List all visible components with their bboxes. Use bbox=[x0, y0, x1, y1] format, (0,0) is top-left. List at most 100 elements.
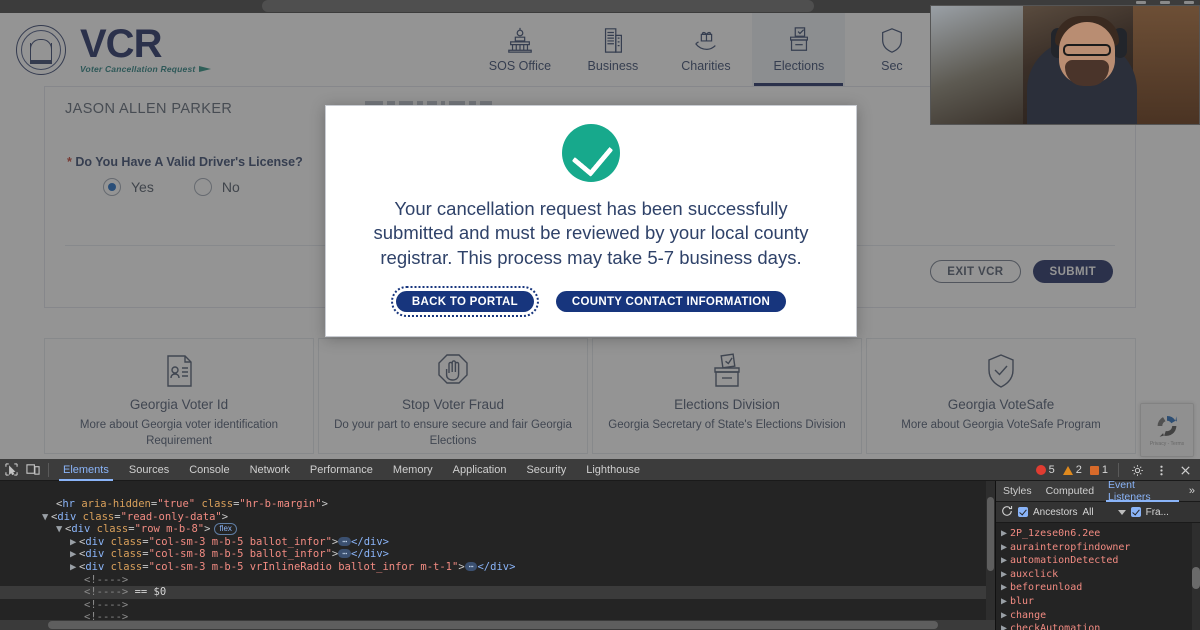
devtools-tab-console[interactable]: Console bbox=[179, 459, 239, 481]
twisty-closed-icon[interactable]: ▶ bbox=[70, 561, 79, 574]
modal-actions: BACK TO PORTAL COUNTY CONTACT INFORMATIO… bbox=[396, 291, 786, 312]
event-listener-list: ▶2P_1zese0n6.2ee▶aurainteropfindowner▶au… bbox=[996, 523, 1200, 630]
expand-ellipsis-icon[interactable]: ⋯ bbox=[338, 549, 351, 558]
event-listener-name: automationDetected bbox=[1010, 555, 1118, 566]
dom-tree-line[interactable]: ▶<div class="col-sm-8 m-b-5 ballot_infor… bbox=[0, 548, 995, 561]
dom-token: > bbox=[204, 523, 210, 535]
sidebar-tab-styles[interactable]: Styles bbox=[996, 481, 1039, 502]
dom-vertical-scrollbar[interactable] bbox=[986, 481, 995, 620]
devtools-tab-application[interactable]: Application bbox=[443, 459, 517, 481]
dom-token: "read-only-data" bbox=[121, 511, 222, 523]
devtools-tab-memory[interactable]: Memory bbox=[383, 459, 443, 481]
twisty-closed-icon[interactable]: ▶ bbox=[1001, 568, 1010, 582]
sidebar-tab-computed[interactable]: Computed bbox=[1039, 481, 1101, 502]
frameworks-checkbox[interactable] bbox=[1131, 507, 1141, 517]
listener-filter-select[interactable]: All bbox=[1082, 507, 1125, 518]
info-count[interactable]: 1 bbox=[1087, 464, 1111, 476]
error-count[interactable]: 5 bbox=[1033, 464, 1058, 476]
devtools-tab-security[interactable]: Security bbox=[516, 459, 576, 481]
dom-token: class bbox=[201, 498, 233, 510]
event-listener-row[interactable]: ▶checkAutomation bbox=[996, 622, 1200, 630]
expand-ellipsis-icon[interactable]: ⋯ bbox=[465, 562, 478, 571]
ancestors-checkbox[interactable] bbox=[1018, 507, 1028, 517]
twisty-closed-icon[interactable]: ▶ bbox=[1001, 554, 1010, 568]
dom-token: div bbox=[85, 536, 104, 548]
dom-token: == $0 bbox=[135, 586, 167, 598]
more-options-icon[interactable] bbox=[1150, 459, 1172, 481]
flex-badge[interactable]: flex bbox=[214, 523, 236, 535]
expand-ellipsis-icon[interactable]: ⋯ bbox=[338, 537, 351, 546]
devtools-tab-network[interactable]: Network bbox=[240, 459, 300, 481]
devtools-tab-elements[interactable]: Elements bbox=[53, 459, 119, 481]
twisty-closed-icon[interactable]: ▶ bbox=[1001, 541, 1010, 555]
event-listener-row[interactable]: ▶change bbox=[996, 609, 1200, 623]
dom-token: > bbox=[458, 561, 464, 573]
event-listener-row[interactable]: ▶beforeunload bbox=[996, 581, 1200, 595]
ancestors-label: Ancestors bbox=[1033, 507, 1077, 518]
maximize-icon[interactable] bbox=[1160, 1, 1170, 4]
dom-horizontal-scrollbar[interactable] bbox=[0, 620, 995, 630]
dom-token: class bbox=[111, 561, 143, 573]
dom-token: hr bbox=[62, 498, 75, 510]
scrollbar-thumb[interactable] bbox=[48, 621, 938, 629]
warning-count[interactable]: 2 bbox=[1060, 464, 1085, 476]
twisty-closed-icon[interactable]: ▶ bbox=[1001, 609, 1010, 623]
dom-tree-line[interactable]: <!----> bbox=[0, 599, 995, 612]
window-controls[interactable] bbox=[1136, 1, 1194, 4]
dom-tree-line[interactable]: <!----> bbox=[0, 574, 995, 587]
frameworks-label: Fra... bbox=[1146, 507, 1169, 518]
sidebar-scrollbar[interactable] bbox=[1192, 523, 1200, 630]
twisty-closed-icon[interactable]: ▶ bbox=[70, 548, 79, 561]
scrollbar-thumb[interactable] bbox=[1192, 567, 1200, 589]
back-to-portal-button[interactable]: BACK TO PORTAL bbox=[396, 291, 534, 312]
event-listener-name: 2P_1zese0n6.2ee bbox=[1010, 528, 1100, 539]
sidebar-tab-event-listeners[interactable]: Event Listeners bbox=[1101, 481, 1184, 502]
event-listener-row[interactable]: ▶2P_1zese0n6.2ee bbox=[996, 527, 1200, 541]
device-toolbar-icon[interactable] bbox=[22, 459, 44, 481]
devtools-status-group: 5 2 1 bbox=[1033, 459, 1196, 481]
dom-token: </div> bbox=[351, 548, 389, 560]
dom-token: class bbox=[83, 511, 115, 523]
event-listener-row[interactable]: ▶blur bbox=[996, 595, 1200, 609]
event-listener-row[interactable]: ▶aurainteropfindowner bbox=[996, 541, 1200, 555]
twisty-closed-icon[interactable]: ▶ bbox=[1001, 622, 1010, 630]
dom-tree-line[interactable]: ▶<div class="col-sm-3 m-b-5 vrInlineRadi… bbox=[0, 561, 995, 574]
dom-tree-pane[interactable]: <hr aria-hidden="true" class="hr-b-margi… bbox=[0, 481, 995, 630]
twisty-open-icon[interactable]: ▼ bbox=[56, 523, 65, 536]
twisty-open-icon[interactable]: ▼ bbox=[42, 511, 51, 524]
info-count-value: 1 bbox=[1102, 464, 1108, 476]
twisty-closed-icon[interactable]: ▶ bbox=[1001, 595, 1010, 609]
close-devtools-icon[interactable] bbox=[1174, 459, 1196, 481]
inspect-element-icon[interactable] bbox=[0, 459, 22, 481]
dom-tree: <hr aria-hidden="true" class="hr-b-margi… bbox=[0, 481, 995, 630]
dom-token: class bbox=[111, 548, 143, 560]
devtools-tab-lighthouse[interactable]: Lighthouse bbox=[576, 459, 650, 481]
devtools-body: <hr aria-hidden="true" class="hr-b-margi… bbox=[0, 481, 1200, 630]
county-contact-information-button[interactable]: COUNTY CONTACT INFORMATION bbox=[556, 291, 786, 312]
event-listener-name: beforeunload bbox=[1010, 582, 1082, 593]
settings-gear-icon[interactable] bbox=[1126, 459, 1148, 481]
event-listener-row[interactable]: ▶automationDetected bbox=[996, 554, 1200, 568]
close-window-icon[interactable] bbox=[1184, 1, 1194, 4]
dom-tree-line[interactable]: ▼<div class="read-only-data"> bbox=[0, 511, 995, 524]
twisty-closed-icon[interactable]: ▶ bbox=[1001, 527, 1010, 541]
sidebar-overflow-icon[interactable]: » bbox=[1184, 485, 1200, 497]
devtools-tab-performance[interactable]: Performance bbox=[300, 459, 383, 481]
event-listener-row[interactable]: ▶auxclick bbox=[996, 568, 1200, 582]
devtools-tab-sources[interactable]: Sources bbox=[119, 459, 179, 481]
dom-tree-line[interactable]: <hr aria-hidden="true" class="hr-b-margi… bbox=[0, 498, 995, 511]
dom-token: class bbox=[97, 523, 129, 535]
minimize-icon[interactable] bbox=[1136, 1, 1146, 4]
dom-tree-line[interactable]: ▼<div class="row m-b-8">flex bbox=[0, 523, 995, 536]
scrollbar-thumb[interactable] bbox=[987, 497, 994, 571]
dom-tree-line[interactable]: <!----> == $0 bbox=[0, 586, 995, 599]
modal-message: Your cancellation request has been succe… bbox=[352, 197, 830, 270]
error-count-value: 5 bbox=[1049, 464, 1055, 476]
address-bar[interactable] bbox=[262, 0, 814, 12]
twisty-closed-icon[interactable]: ▶ bbox=[1001, 581, 1010, 595]
dom-tree-line[interactable]: ▶<div class="col-sm-3 m-b-5 ballot_infor… bbox=[0, 536, 995, 549]
refresh-icon[interactable] bbox=[1001, 505, 1013, 520]
twisty-closed-icon[interactable]: ▶ bbox=[70, 536, 79, 549]
webcam-floor-background bbox=[1133, 6, 1199, 125]
webcam-desk-background bbox=[931, 6, 1023, 125]
